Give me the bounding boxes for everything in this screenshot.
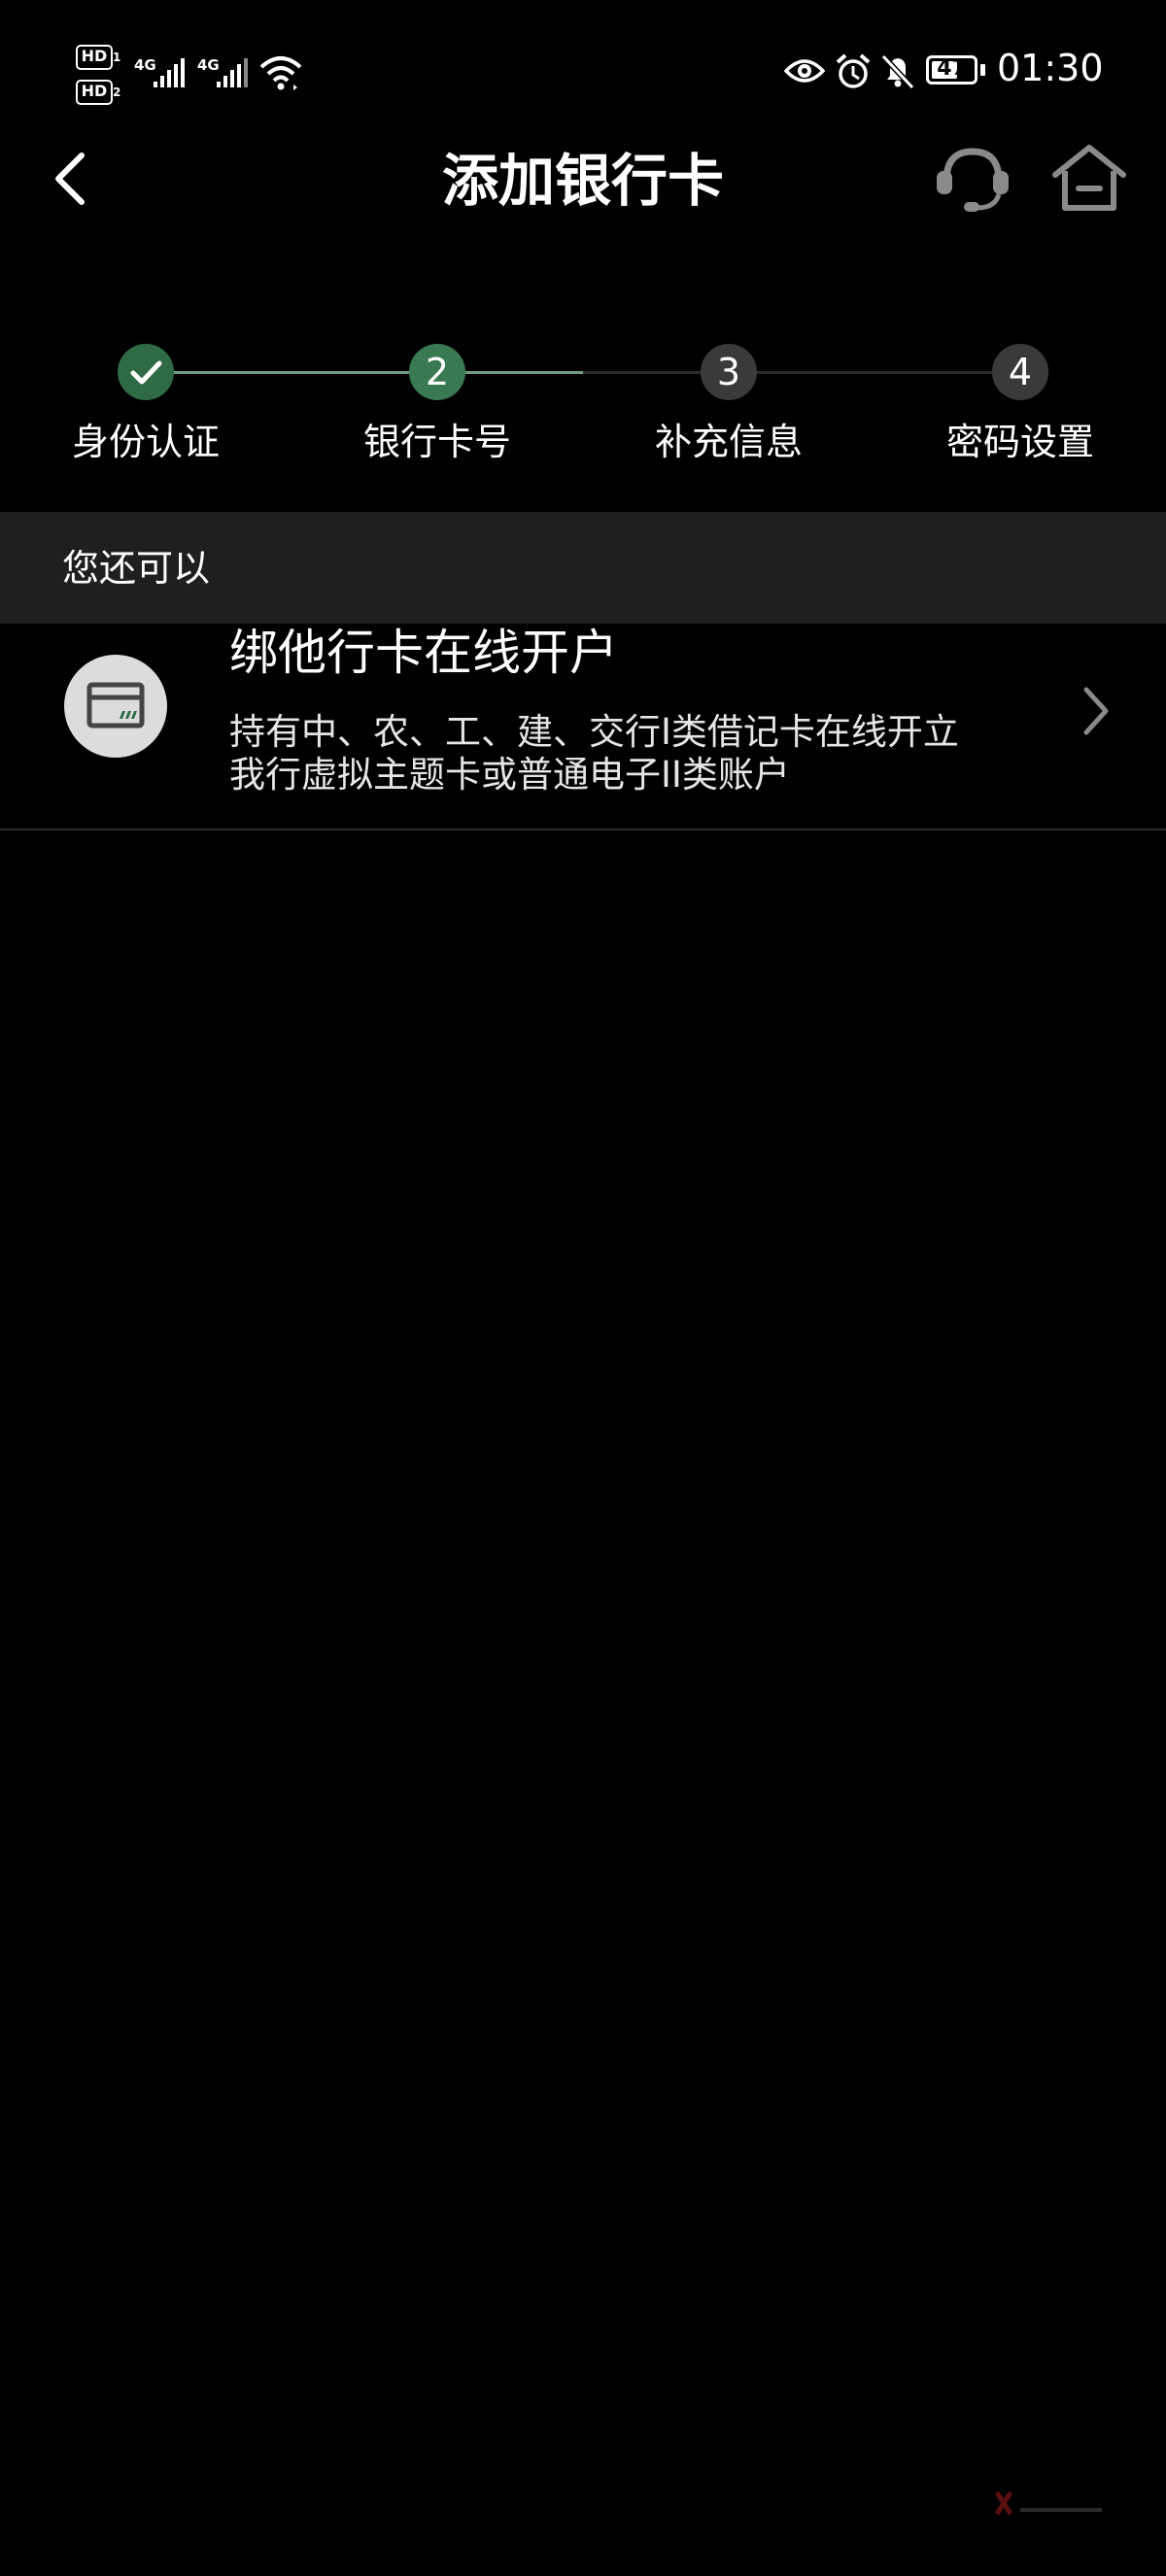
option-description-line1: 持有中、农、工、建、交行I类借记卡在线开立 [229, 711, 959, 753]
step-3-label: 补充信息 [654, 421, 803, 463]
watermark-logo [994, 2491, 1102, 2516]
alarm-icon [836, 53, 871, 88]
status-bar: HD 1 HD 2 4G 4G 47 01:30 [0, 0, 1166, 146]
sim1-hd-badge: HD [76, 45, 113, 70]
bank-card-icon [86, 682, 145, 729]
eye-comfort-icon [784, 59, 825, 83]
section-header-text: 您还可以 [62, 547, 211, 590]
signal2-icon [217, 58, 248, 87]
section-header: 您还可以 [0, 512, 1166, 624]
battery-icon: 47 [926, 55, 977, 85]
mute-bell-icon [880, 53, 915, 90]
sim2-hd-badge: HD [76, 80, 113, 105]
status-time: 01:30 [997, 47, 1104, 89]
divider [0, 829, 1166, 830]
home-icon[interactable] [1049, 140, 1129, 216]
step-1-done-dot [118, 344, 174, 400]
battery-level: 47 [937, 56, 967, 81]
option-description-line2: 我行虚拟主题卡或普通电子II类账户 [229, 754, 790, 796]
step-1-label: 身份认证 [71, 421, 220, 463]
step-2-dot: 2 [409, 344, 465, 400]
option-title: 绑他行卡在线开户 [229, 625, 618, 681]
wifi-icon [259, 56, 302, 90]
progress-line-done-1 [146, 371, 437, 374]
step-4-label: 密码设置 [945, 421, 1094, 463]
step-3-dot: 3 [701, 344, 757, 400]
chevron-right-icon [1083, 687, 1109, 735]
sim1-index: 1 [113, 51, 121, 64]
open-account-option[interactable]: 绑他行卡在线开户 持有中、农、工、建、交行I类借记卡在线开立 我行虚拟主题卡或普… [0, 624, 1166, 830]
battery-cap [980, 64, 985, 76]
step-2-label: 银行卡号 [362, 421, 511, 463]
customer-service-icon[interactable] [935, 142, 1011, 216]
progress-line-pending [583, 371, 1020, 374]
step-4-dot: 4 [992, 344, 1048, 400]
option-icon-circle [64, 655, 167, 758]
checkmark-icon [130, 360, 162, 385]
sim2-index: 2 [113, 85, 121, 99]
signal1-icon [154, 58, 185, 87]
